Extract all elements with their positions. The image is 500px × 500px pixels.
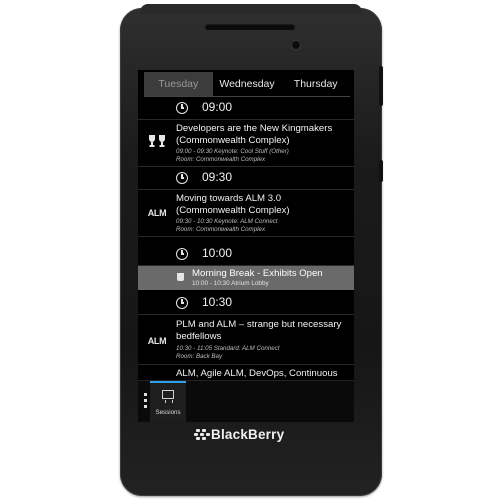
- list-item-break[interactable]: Morning Break - Exhibits Open 10:00 - 10…: [138, 266, 354, 290]
- session-title: PLM and ALM – strange but necessary bedf…: [176, 319, 342, 342]
- phone-top-edge: [140, 4, 362, 14]
- session-room: Room: Commonwealth Complex: [176, 156, 266, 163]
- session-title: Moving towards ALM 3.0 (Commonwealth Com…: [176, 193, 290, 216]
- tab-thursday[interactable]: Thursday: [281, 72, 350, 96]
- clock-icon: [176, 297, 188, 309]
- list-item-session[interactable]: ALM PLM and ALM – strange but necessary …: [138, 316, 354, 365]
- clock-icon: [176, 172, 188, 184]
- time-label: 09:30: [202, 170, 233, 184]
- break-detail: 10:00 - 10:30 Atrium Lobby: [192, 280, 269, 287]
- time-header-1000: 10:00: [138, 243, 354, 266]
- sessions-tab[interactable]: Sessions: [150, 381, 186, 422]
- coffee-cup-icon: [177, 273, 184, 281]
- trophy-icon: [146, 134, 168, 150]
- action-bar: Sessions: [138, 380, 354, 422]
- session-room: Room: Commonwealth Complex: [176, 226, 266, 233]
- session-list[interactable]: 09:00 Developers are the New Kingmakers …: [138, 97, 354, 397]
- tab-wednesday[interactable]: Wednesday: [213, 72, 282, 96]
- time-header-0900: 09:00: [138, 97, 354, 120]
- clock-icon: [176, 102, 188, 114]
- alm-icon: ALM: [147, 336, 167, 346]
- sessions-tab-label: Sessions: [155, 409, 181, 416]
- session-detail: 09:30 - 10:30 Keynote: ALM Connect: [176, 218, 278, 225]
- clock-icon: [176, 248, 188, 260]
- brand-name: BlackBerry: [211, 427, 285, 442]
- session-title: ALM, Agile ALM, DevOps, Continuous: [176, 368, 338, 379]
- time-label: 09:00: [202, 100, 233, 114]
- alm-icon: ALM: [147, 208, 167, 218]
- time-header-0930: 09:30: [138, 167, 354, 190]
- list-item-session[interactable]: ALM Moving towards ALM 3.0 (Commonwealth…: [138, 190, 354, 237]
- session-title: Developers are the New Kingmakers (Commo…: [176, 123, 333, 146]
- front-camera: [292, 41, 300, 49]
- tab-tuesday[interactable]: Tuesday: [144, 72, 213, 96]
- blackberry-logo-icon: [194, 429, 210, 441]
- time-label: 10:30: [202, 295, 233, 309]
- session-room: Room: Back Bay: [176, 353, 223, 360]
- brand-logo: BlackBerry: [194, 426, 314, 446]
- volume-key[interactable]: [379, 66, 383, 106]
- phone-screen: Tuesday Wednesday Thursday 09:00 Develop…: [138, 70, 354, 422]
- list-item-session[interactable]: Developers are the New Kingmakers (Commo…: [138, 120, 354, 167]
- earpiece-speaker: [205, 24, 295, 30]
- side-button[interactable]: [379, 160, 383, 182]
- presentation-icon: [162, 390, 174, 403]
- time-header-1030: 10:30: [138, 292, 354, 315]
- session-detail: 10:30 - 11:05 Standard: ALM Connect: [176, 345, 280, 352]
- session-detail: 09:00 - 09:30 Keynote: Cool Stuff (Other…: [176, 148, 289, 155]
- time-label: 10:00: [202, 246, 233, 260]
- day-tabs: Tuesday Wednesday Thursday: [144, 72, 350, 96]
- overflow-menu-icon[interactable]: [144, 393, 148, 411]
- break-title: Morning Break - Exhibits Open: [192, 268, 323, 279]
